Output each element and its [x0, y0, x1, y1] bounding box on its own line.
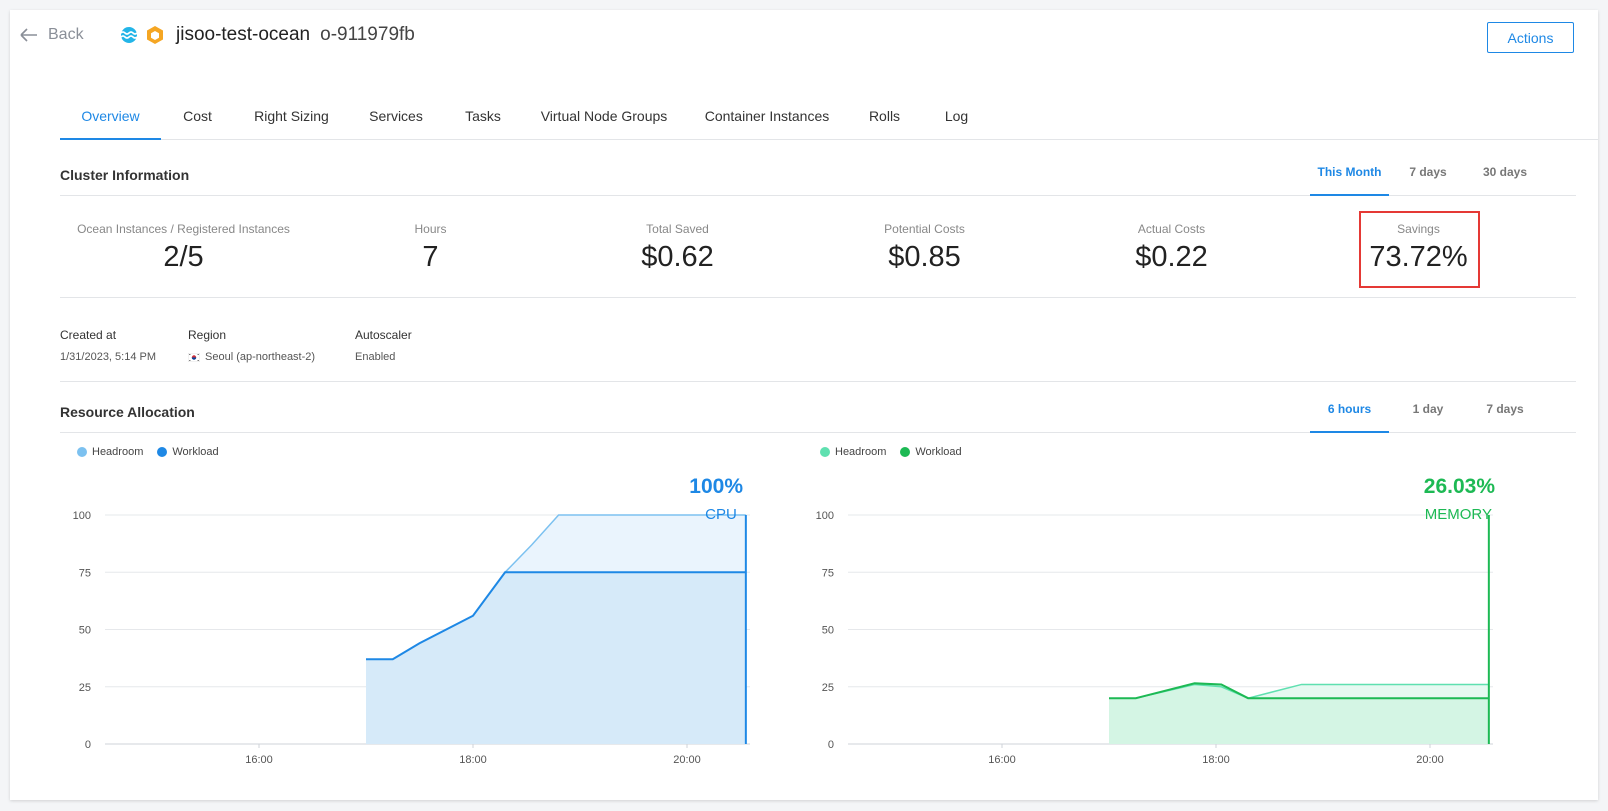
cpu-current-label: CPU [705, 506, 737, 523]
resource-charts: 0 25 50 75 100 16:00 18:00 20:00 100% CPU 0 25 50 75 1… [73, 475, 1496, 766]
x-tick-label: 16:00 [988, 754, 1016, 766]
memory-chart: 0 25 50 75 100 16:00 18:00 20:00 26.03% MEMORY [816, 475, 1496, 766]
y-tick-label: 100 [816, 510, 834, 522]
y-tick-label: 100 [73, 510, 91, 522]
memory-current-label: MEMORY [1425, 506, 1492, 523]
x-tick-label: 18:00 [459, 754, 487, 766]
y-tick-label: 75 [79, 567, 91, 579]
y-tick-label: 50 [822, 625, 834, 637]
x-tick-label: 18:00 [1202, 754, 1230, 766]
y-tick-label: 25 [79, 682, 91, 694]
memory-current-value: 26.03% [1424, 475, 1496, 498]
x-tick-label: 16:00 [245, 754, 273, 766]
x-tick-label: 20:00 [673, 754, 701, 766]
y-tick-label: 75 [822, 567, 834, 579]
y-tick-label: 0 [828, 739, 834, 751]
page-panel: Back jisoo-test-ocean o-911979fb Actions… [10, 10, 1598, 800]
cpu-chart: 0 25 50 75 100 16:00 18:00 20:00 100% CPU [73, 475, 750, 766]
y-tick-label: 25 [822, 682, 834, 694]
cpu-current-value: 100% [689, 475, 743, 498]
y-tick-label: 50 [79, 625, 91, 637]
workload-area [366, 572, 746, 744]
x-tick-label: 20:00 [1416, 754, 1444, 766]
y-tick-label: 0 [85, 739, 91, 751]
